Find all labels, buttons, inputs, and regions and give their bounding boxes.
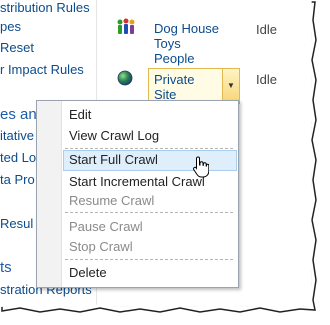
content-source-line: Private (154, 72, 195, 87)
nav-item-impact-rules[interactable]: r Impact Rules (0, 62, 84, 77)
menu-item-start-full-crawl[interactable]: Start Full Crawl (69, 152, 158, 167)
menu-separator (65, 259, 233, 260)
hand-cursor-icon (193, 156, 210, 183)
menu-separator (65, 148, 233, 149)
nav-item-reset[interactable]: Reset (0, 40, 34, 55)
menu-icon-gutter (37, 101, 62, 287)
nav-heading-reports: ts (0, 259, 12, 276)
content-source-line: Dog House (154, 21, 220, 36)
menu-item-start-incremental-crawl[interactable]: Start Incremental Crawl (69, 174, 205, 189)
menu-item-view-crawl-log[interactable]: View Crawl Log (69, 128, 159, 143)
menu-item-resume-crawl[interactable]: Resume Crawl (69, 193, 154, 208)
menu-item-pause-crawl[interactable]: Pause Crawl (69, 219, 143, 234)
content-source-link-dog-house[interactable]: Dog House Toys People (154, 21, 219, 66)
nav-item-distribution-rules[interactable]: stribution Rules (0, 0, 90, 15)
globe-icon (117, 70, 133, 91)
content-source-link-private-site[interactable]: Private Site (154, 72, 194, 102)
nav-item-result[interactable]: Resul (0, 216, 33, 231)
nav-item-federated-locations[interactable]: ted Lo (0, 150, 36, 165)
people-icon (116, 18, 136, 43)
content-source-line: Toys (154, 36, 181, 51)
context-menu: Edit View Crawl Log Start Full Crawl Sta… (36, 100, 239, 288)
menu-separator (65, 212, 233, 213)
menu-item-stop-crawl[interactable]: Stop Crawl (69, 239, 133, 254)
nav-item-types[interactable]: pes (0, 19, 21, 34)
chevron-down-icon: ▼ (227, 81, 235, 90)
screenshot-card: stribution Rules pes Reset r Impact Rule… (0, 0, 312, 307)
nav-item-metadata-properties[interactable]: ta Pro (0, 172, 35, 187)
content-source-line: People (154, 51, 195, 66)
menu-item-edit[interactable]: Edit (69, 107, 91, 122)
dropdown-arrow-button[interactable]: ▼ (222, 69, 239, 102)
status-text: Idle (256, 72, 277, 87)
nav-item-authoritative[interactable]: itative (0, 128, 34, 143)
menu-item-delete[interactable]: Delete (69, 265, 107, 280)
status-text: Idle (256, 22, 277, 37)
